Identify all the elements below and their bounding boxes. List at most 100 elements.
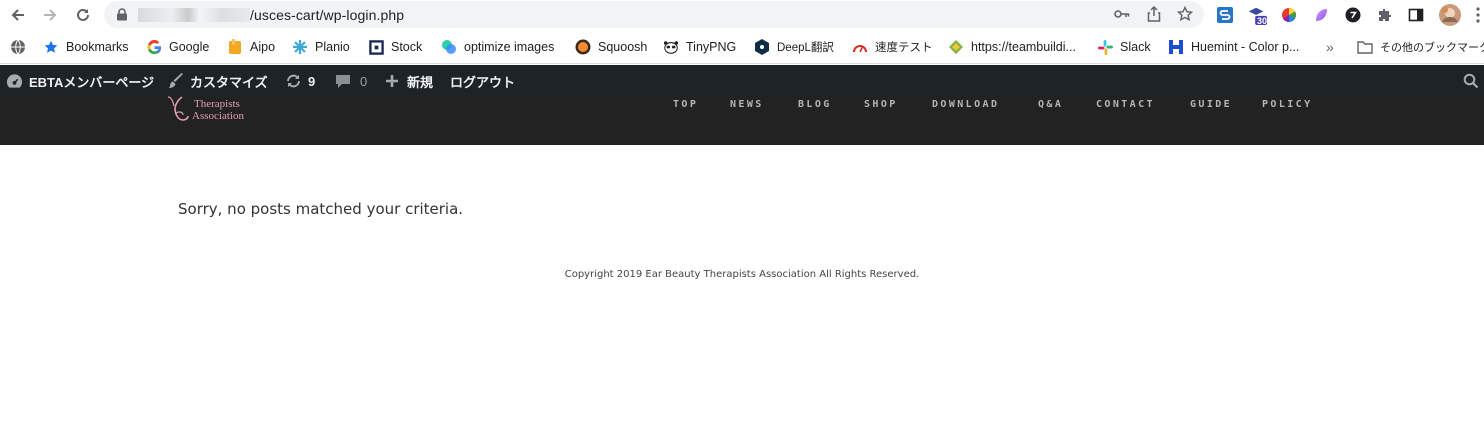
google-icon <box>146 39 162 55</box>
reload-button[interactable] <box>71 3 95 27</box>
url-path: /usces-cart/wp-login.php <box>250 7 405 23</box>
no-posts-message: Sorry, no posts matched your criteria. <box>178 200 464 218</box>
wp-admin-bar: EBTAメンバーページ カスタマイズ 9 0 新規 ログアウト <box>0 65 1484 97</box>
extensions-puzzle-icon[interactable] <box>1375 5 1395 25</box>
bookmark-label: Slack <box>1120 40 1151 54</box>
browser-menu-icon[interactable] <box>1472 5 1484 25</box>
reload-icon <box>77 8 89 21</box>
globe-icon <box>11 39 25 55</box>
extension-colorwheel-icon[interactable] <box>1279 5 1299 25</box>
nav-qa[interactable]: Q&A <box>1038 99 1063 110</box>
admin-updates[interactable]: 9 <box>285 65 315 97</box>
nav-guide[interactable]: GUIDE <box>1190 99 1232 110</box>
brush-icon <box>168 73 184 89</box>
side-panel-icon[interactable] <box>1406 5 1426 25</box>
url-host-redacted <box>138 8 250 22</box>
bookmark-item-google[interactable]: Google <box>146 37 209 57</box>
bookmark-label: optimize images <box>464 40 555 54</box>
bookmark-item-optimize-images[interactable]: optimize images <box>441 37 554 57</box>
browser-toolbar: /usces-cart/wp-login.php 30 <box>0 0 1484 30</box>
logo-text-line1: Therapists <box>194 98 240 110</box>
planio-icon <box>292 39 308 55</box>
bookmark-label: Squoosh <box>598 40 648 54</box>
bookmark-item-huemint[interactable]: Huemint - Color p... <box>1168 37 1299 57</box>
site-logo[interactable]: Therapists Association <box>164 96 264 127</box>
bookmark-item-squoosh[interactable]: Squoosh <box>575 37 647 57</box>
back-button[interactable] <box>6 3 30 27</box>
nav-news[interactable]: NEWS <box>730 99 764 110</box>
bookmark-label: Stock <box>391 40 423 54</box>
plus-icon <box>385 74 399 88</box>
extension-gradient-icon[interactable] <box>1311 5 1331 25</box>
profile-avatar-icon[interactable] <box>1438 3 1462 27</box>
slack-icon <box>1097 39 1113 55</box>
forward-arrow-icon <box>44 9 57 21</box>
bookmark-label: Google <box>169 40 210 54</box>
teambuilding-icon <box>948 39 964 55</box>
tinypng-icon <box>663 39 679 55</box>
bookmark-label: DeepL翻訳 <box>777 42 834 54</box>
extension-graduation-icon[interactable]: 30 <box>1247 5 1268 26</box>
bookmark-item-planio[interactable]: Planio <box>292 37 350 57</box>
admin-logout-label: ログアウト <box>450 74 516 90</box>
folder-icon <box>1357 39 1373 55</box>
bookmark-item-deepl[interactable]: DeepL翻訳 <box>754 37 834 57</box>
bookmark-label: 速度テスト <box>875 42 933 54</box>
url-text: /usces-cart/wp-login.php <box>138 6 404 23</box>
bookmark-star-icon[interactable] <box>1177 6 1193 22</box>
bookmark-label: Planio <box>315 40 350 54</box>
comment-bubble-icon <box>335 74 351 89</box>
logo-mark-icon <box>167 96 189 121</box>
bookmark-label: Aipo <box>250 40 276 54</box>
stock-icon <box>368 39 384 55</box>
dashboard-icon <box>6 73 23 89</box>
bookmarks-overflow-chevron-icon[interactable]: » <box>1326 37 1334 57</box>
bookmark-item-slack[interactable]: Slack <box>1097 37 1151 57</box>
bookmark-item-teambuilding[interactable]: https://teambuildi... <box>948 37 1076 57</box>
nav-contact[interactable]: CONTACT <box>1096 99 1155 110</box>
huemint-icon <box>1168 39 1184 55</box>
bookmark-item-other[interactable]: その他のブックマーク <box>1357 37 1484 57</box>
extension-circle-icon[interactable] <box>1343 5 1363 25</box>
bookmark-item-bookmarks[interactable]: Bookmarks <box>43 37 129 57</box>
extension-badge: 30 <box>1257 16 1268 26</box>
admin-logout[interactable]: ログアウト <box>450 65 515 97</box>
lock-icon[interactable] <box>116 8 128 21</box>
bookmark-label: Bookmarks <box>66 40 129 54</box>
nav-blog[interactable]: BLOG <box>798 99 832 110</box>
nav-policy[interactable]: POLICY <box>1262 99 1313 110</box>
bookmark-globe[interactable] <box>10 37 26 57</box>
admin-new[interactable]: 新規 <box>385 65 433 97</box>
search-icon <box>1463 73 1479 89</box>
address-bar[interactable]: /usces-cart/wp-login.php <box>104 1 1204 28</box>
back-arrow-icon <box>11 9 24 21</box>
speedtest-icon <box>852 39 868 55</box>
key-icon[interactable] <box>1114 8 1130 20</box>
forward-button[interactable] <box>38 3 62 27</box>
admin-comments-count: 0 <box>360 73 368 89</box>
admin-new-label: 新規 <box>407 74 434 90</box>
updates-refresh-icon <box>285 73 302 89</box>
admin-customize[interactable]: カスタマイズ <box>168 65 268 97</box>
bookmarks-bar: Bookmarks Google Aipo Planio Stock optim… <box>0 30 1484 64</box>
aipo-icon <box>227 39 243 55</box>
extension-s-icon[interactable] <box>1215 5 1235 25</box>
admin-customize-label: カスタマイズ <box>190 74 268 90</box>
optimize-icon <box>441 39 457 55</box>
nav-download[interactable]: DOWNLOAD <box>932 99 999 110</box>
bookmark-item-speedtest[interactable]: 速度テスト <box>852 37 933 57</box>
bookmark-item-tinypng[interactable]: TinyPNG <box>663 37 736 57</box>
share-icon[interactable] <box>1147 6 1161 22</box>
bookmark-label: Huemint - Color p... <box>1191 40 1300 54</box>
bookmark-item-aipo[interactable]: Aipo <box>227 37 275 57</box>
bookmark-item-stock[interactable]: Stock <box>368 37 422 57</box>
admin-search[interactable] <box>1463 65 1479 97</box>
bookmark-label: その他のブックマーク <box>1380 42 1484 54</box>
footer-copyright: Copyright 2019 Ear Beauty Therapists Ass… <box>564 269 920 280</box>
nav-top[interactable]: TOP <box>673 99 698 110</box>
admin-comments[interactable]: 0 <box>335 65 367 97</box>
nav-shop[interactable]: SHOP <box>864 99 898 110</box>
admin-site-name[interactable]: EBTAメンバーページ <box>6 65 154 97</box>
squoosh-icon <box>575 39 591 55</box>
bookmark-label: TinyPNG <box>686 40 737 54</box>
